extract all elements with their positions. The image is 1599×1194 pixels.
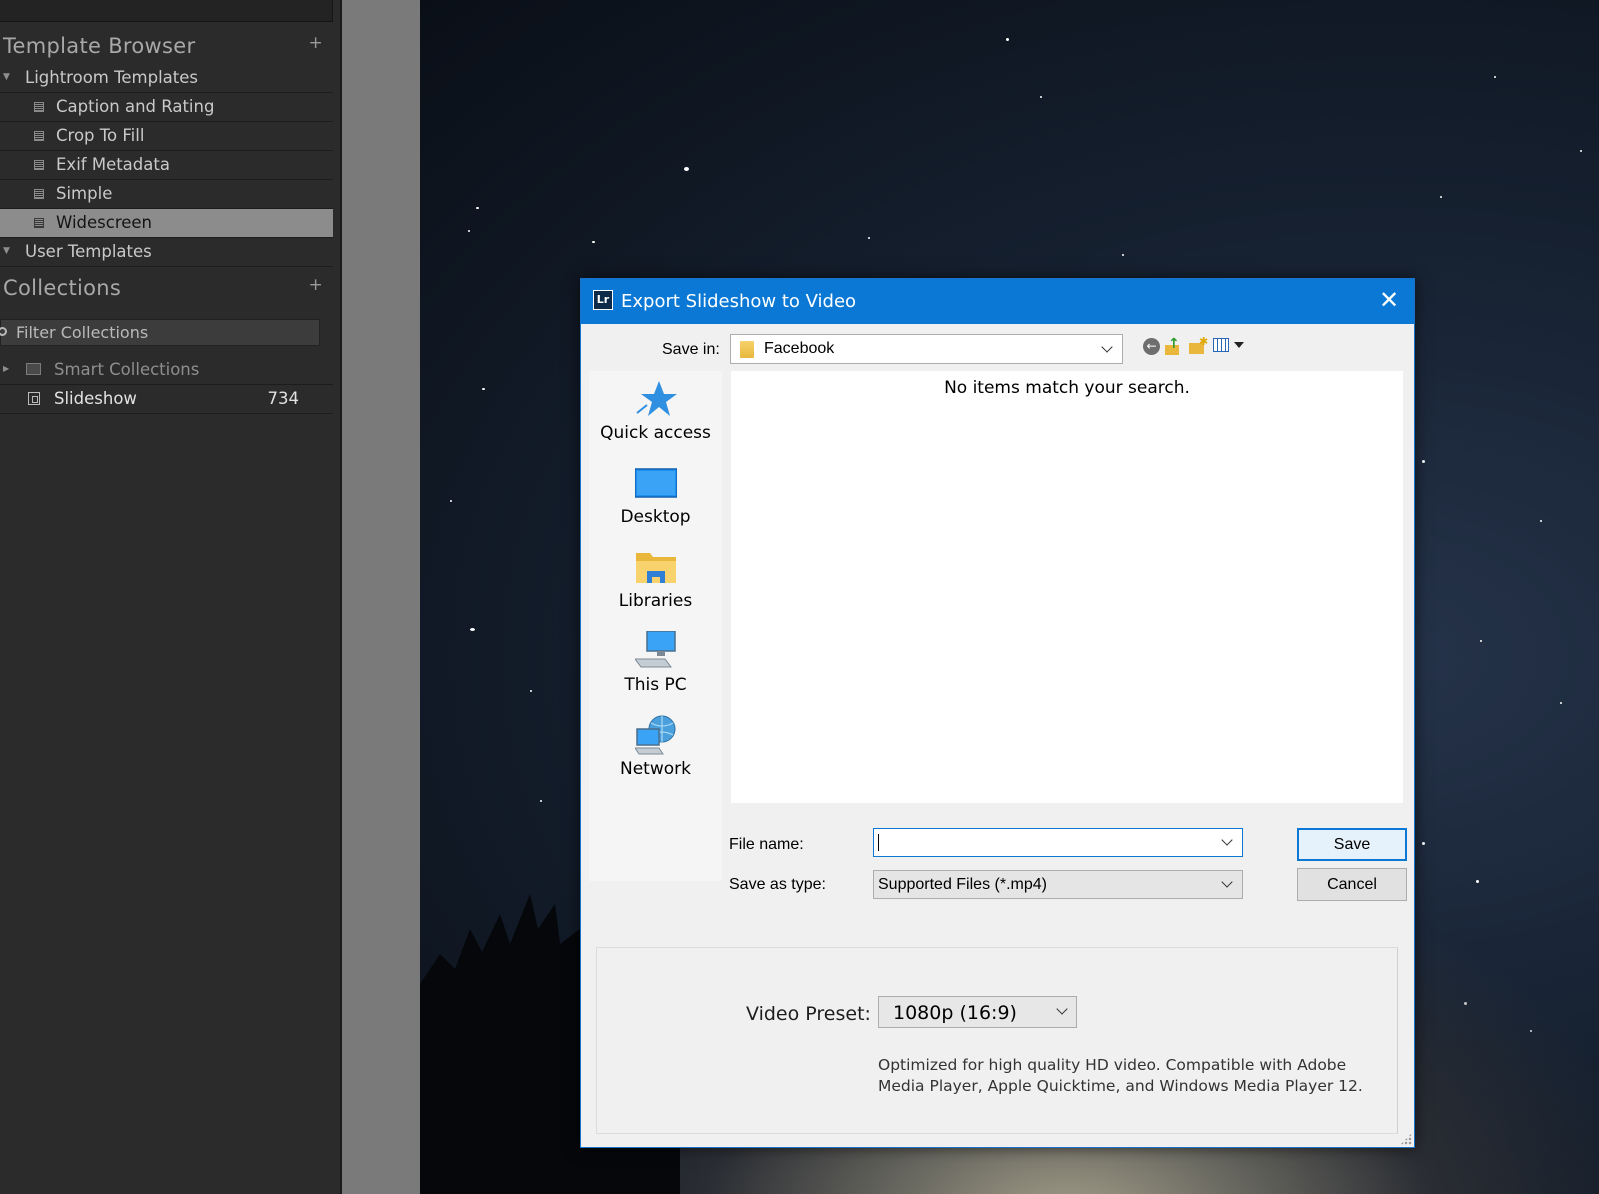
save-as-type-value: Supported Files (*.mp4) [878, 876, 1047, 893]
template-icon [34, 131, 44, 141]
file-name-input[interactable] [873, 828, 1243, 857]
save-in-label: Save in: [662, 341, 720, 358]
expand-arrow-icon[interactable]: ▼ [3, 246, 10, 256]
places-bar: Quick access Desktop Libraries This PC N… [589, 371, 722, 881]
view-dropdown-caret-icon[interactable] [1234, 342, 1244, 348]
empty-message: No items match your search. [944, 378, 1190, 398]
desktop-icon [635, 468, 677, 498]
collection-set-icon [26, 363, 41, 375]
this-pc-icon [635, 631, 676, 668]
file-list-view[interactable]: No items match your search. [731, 371, 1403, 803]
template-icon [34, 218, 44, 228]
template-browser-header[interactable]: Template Browser + [0, 26, 333, 66]
previous-panel-stub [0, 0, 333, 22]
dialog-title: Export Slideshow to Video [621, 291, 857, 312]
dialog-titlebar[interactable]: Lr Export Slideshow to Video ✕ [581, 279, 1414, 324]
resize-grip-icon[interactable] [1400, 1133, 1412, 1145]
template-label: Crop To Fill [56, 126, 145, 145]
save-in-value: Facebook [764, 340, 835, 357]
template-item-simple[interactable]: Simple [0, 180, 333, 209]
add-template-icon[interactable]: + [308, 33, 323, 53]
folder-lightroom-templates[interactable]: ▼ Lightroom Templates [0, 64, 333, 93]
place-label: Libraries [618, 591, 693, 611]
place-label: Network [620, 759, 691, 779]
template-item-crop-to-fill[interactable]: Crop To Fill [0, 122, 333, 151]
save-as-type-label: Save as type: [729, 876, 826, 893]
video-preset-dropdown[interactable]: 1080p (16:9) [878, 996, 1077, 1028]
place-quick-access[interactable]: Quick access [589, 371, 722, 451]
file-name-label: File name: [729, 836, 804, 853]
folder-icon [740, 341, 754, 358]
up-folder-icon[interactable]: ↑ [1165, 336, 1181, 355]
text-cursor [878, 834, 879, 851]
save-in-dropdown[interactable]: Facebook [730, 334, 1123, 364]
place-libraries[interactable]: Libraries [589, 539, 722, 619]
slideshow-collection-icon [28, 392, 40, 405]
template-item-exif-metadata[interactable]: Exif Metadata [0, 151, 333, 180]
smart-collections-label: Smart Collections [54, 360, 200, 379]
slideshow-label: Slideshow [54, 389, 137, 408]
expand-arrow-icon[interactable]: ▼ [3, 72, 10, 82]
network-icon [635, 715, 676, 755]
template-label: Exif Metadata [56, 155, 170, 174]
template-label: Widescreen [56, 213, 153, 232]
left-panel: Template Browser + ▼ Lightroom Templates… [0, 0, 340, 1194]
slideshow-count: 734 [267, 389, 300, 408]
smart-collections-set[interactable]: ▶ Smart Collections [0, 356, 333, 385]
collection-slideshow[interactable]: Slideshow 734 [0, 385, 333, 414]
place-label: Quick access [600, 423, 711, 443]
chevron-down-icon [1056, 1003, 1068, 1015]
video-preset-label: Video Preset: [746, 1003, 871, 1025]
template-icon [34, 160, 44, 170]
folder-label: User Templates [25, 242, 152, 261]
libraries-icon [636, 553, 676, 583]
chevron-down-icon[interactable] [1221, 834, 1233, 846]
video-preset-value: 1080p (16:9) [893, 1002, 1017, 1024]
place-desktop[interactable]: Desktop [589, 455, 722, 535]
close-icon[interactable]: ✕ [1364, 279, 1414, 324]
expand-arrow-icon[interactable]: ▶ [3, 364, 9, 373]
save-as-type-dropdown[interactable]: Supported Files (*.mp4) [873, 870, 1243, 899]
new-folder-icon[interactable]: ✱ [1189, 335, 1208, 355]
folder-label: Lightroom Templates [25, 68, 198, 87]
filter-placeholder: Filter Collections [16, 323, 149, 342]
back-icon[interactable]: ← [1143, 338, 1160, 355]
place-label: Desktop [620, 507, 691, 527]
chevron-down-icon [1221, 876, 1233, 888]
add-collection-icon[interactable]: + [308, 275, 323, 295]
template-icon [34, 189, 44, 199]
template-icon [34, 102, 44, 112]
view-menu-icon[interactable] [1213, 338, 1229, 352]
lightroom-app-icon: Lr [593, 290, 613, 310]
export-slideshow-dialog: Lr Export Slideshow to Video ✕ Save in: … [580, 278, 1415, 1148]
collections-header[interactable]: Collections + [0, 268, 333, 308]
template-item-caption-and-rating[interactable]: Caption and Rating [0, 93, 333, 122]
template-item-widescreen[interactable]: Widescreen [0, 209, 333, 238]
filmstrip-background [340, 0, 420, 1194]
folder-user-templates[interactable]: ▼ User Templates [0, 238, 333, 267]
navigation-toolbar: ← ↑ ✱ [1143, 335, 1253, 360]
quick-access-star-icon [636, 381, 677, 416]
place-label: This PC [624, 675, 687, 695]
cancel-button[interactable]: Cancel [1297, 868, 1407, 901]
template-label: Simple [56, 184, 113, 203]
place-this-pc[interactable]: This PC [589, 623, 722, 703]
filter-collections-input[interactable]: Filter Collections [0, 319, 320, 346]
video-options-panel: Video Preset: 1080p (16:9) Optimized for… [596, 947, 1398, 1134]
template-browser-title: Template Browser [3, 34, 196, 58]
chevron-down-icon [1101, 341, 1113, 353]
save-button[interactable]: Save [1297, 828, 1407, 861]
place-network[interactable]: Network [589, 707, 722, 787]
video-preset-description: Optimized for high quality HD video. Com… [878, 1056, 1363, 1095]
template-label: Caption and Rating [56, 97, 215, 116]
search-icon [0, 327, 7, 336]
collections-title: Collections [3, 276, 122, 300]
